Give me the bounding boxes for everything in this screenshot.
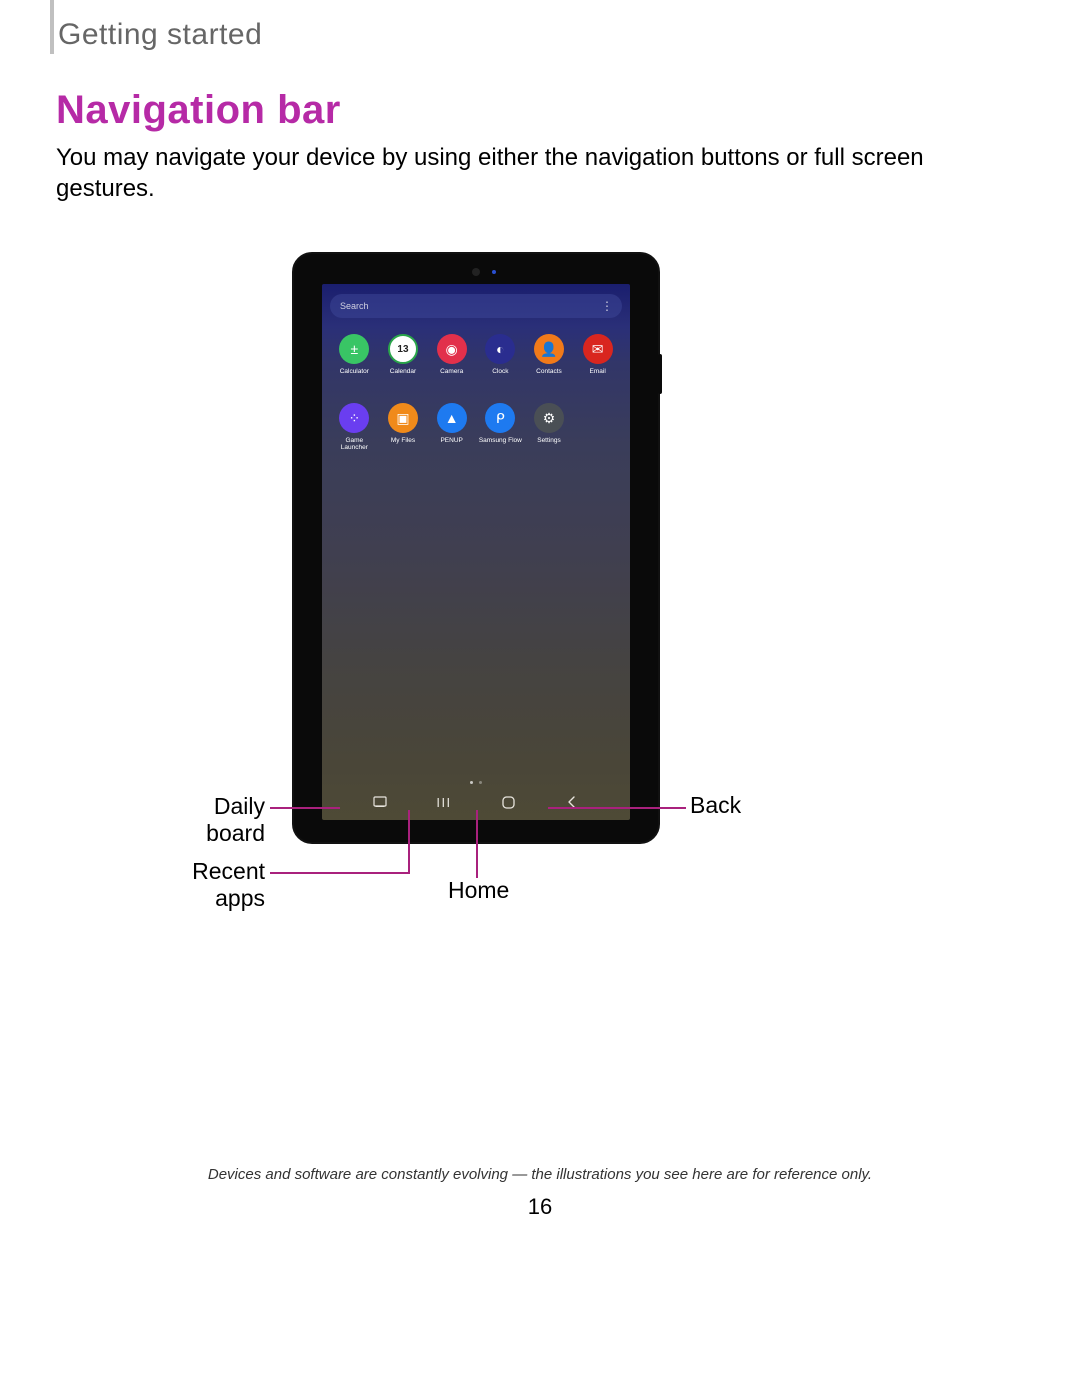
app-email[interactable]: ✉ Email	[573, 334, 622, 375]
tablet-sensor	[492, 270, 496, 274]
page-heading: Navigation bar	[56, 88, 341, 133]
app-penup[interactable]: ▲ PENUP	[427, 403, 476, 451]
app-icon: 👤	[534, 334, 564, 364]
tablet-device: Search ⋮ ± Calculator 13 Calendar ◉ Camera ◐ Cl…	[292, 252, 660, 844]
page-indicator	[470, 781, 482, 784]
tablet-camera	[472, 268, 480, 276]
app-icon: ⁘	[339, 403, 369, 433]
app-camera[interactable]: ◉ Camera	[427, 334, 476, 375]
app-icon: 13	[388, 334, 418, 364]
app-settings[interactable]: ⚙ Settings	[525, 403, 574, 451]
app-icon: ᑭ	[485, 403, 515, 433]
callout-back-label: Back	[690, 792, 741, 819]
app-label: Calendar	[390, 368, 416, 375]
app-clock[interactable]: ◐ Clock	[476, 334, 525, 375]
app-icon: ⚙	[534, 403, 564, 433]
header-rule	[50, 0, 54, 54]
callout-daily-board-label: Daily board	[155, 793, 265, 847]
search-bar[interactable]: Search ⋮	[330, 294, 622, 318]
callout-recent-apps-hline	[270, 872, 410, 874]
app-label: Clock	[492, 368, 508, 375]
tablet-side-button	[658, 354, 662, 394]
app-label: Contacts	[536, 368, 562, 375]
home-button[interactable]	[498, 792, 518, 812]
footnote: Devices and software are constantly evol…	[0, 1166, 1080, 1183]
callout-recent-apps-vline	[408, 810, 410, 872]
callout-back-line	[548, 807, 686, 809]
app-label: Calculator	[340, 368, 369, 375]
callout-home-label: Home	[448, 877, 509, 904]
app-icon: ◐	[485, 334, 515, 364]
app-icon: ▣	[388, 403, 418, 433]
app-grid: ± Calculator 13 Calendar ◉ Camera ◐ Clock 👤 Conta…	[330, 334, 622, 451]
app-game-launcher[interactable]: ⁘ Game Launcher	[330, 403, 379, 451]
tablet-screen: Search ⋮ ± Calculator 13 Calendar ◉ Camera ◐ Cl…	[322, 284, 630, 820]
callout-daily-board-line	[270, 807, 340, 809]
app-label: Samsung Flow	[479, 437, 522, 444]
page-dot	[479, 781, 482, 784]
app-samsung-flow[interactable]: ᑭ Samsung Flow	[476, 403, 525, 451]
recent-apps-button[interactable]: III	[434, 792, 454, 812]
app-icon: ◉	[437, 334, 467, 364]
app-label: Game Launcher	[334, 437, 374, 451]
app-icon: ▲	[437, 403, 467, 433]
back-button[interactable]	[562, 792, 582, 812]
app-calculator[interactable]: ± Calculator	[330, 334, 379, 375]
callout-recent-apps-label: Recent apps	[150, 858, 265, 912]
app-my-files[interactable]: ▣ My Files	[379, 403, 428, 451]
callout-home-line	[476, 810, 478, 878]
app-icon: ±	[339, 334, 369, 364]
app-calendar[interactable]: 13 Calendar	[379, 334, 428, 375]
page-dot-active	[470, 781, 473, 784]
more-icon[interactable]: ⋮	[601, 299, 612, 313]
app-label: Camera	[440, 368, 463, 375]
daily-board-button[interactable]	[370, 792, 390, 812]
page-number: 16	[0, 1194, 1080, 1220]
app-label: Email	[590, 368, 606, 375]
app-icon: ✉	[583, 334, 613, 364]
app-label: My Files	[391, 437, 415, 444]
body-paragraph: You may navigate your device by using ei…	[56, 142, 926, 204]
app-label: PENUP	[440, 437, 462, 444]
app-label: Settings	[537, 437, 561, 444]
section-label: Getting started	[58, 18, 262, 52]
app-contacts[interactable]: 👤 Contacts	[525, 334, 574, 375]
search-placeholder: Search	[340, 301, 369, 311]
